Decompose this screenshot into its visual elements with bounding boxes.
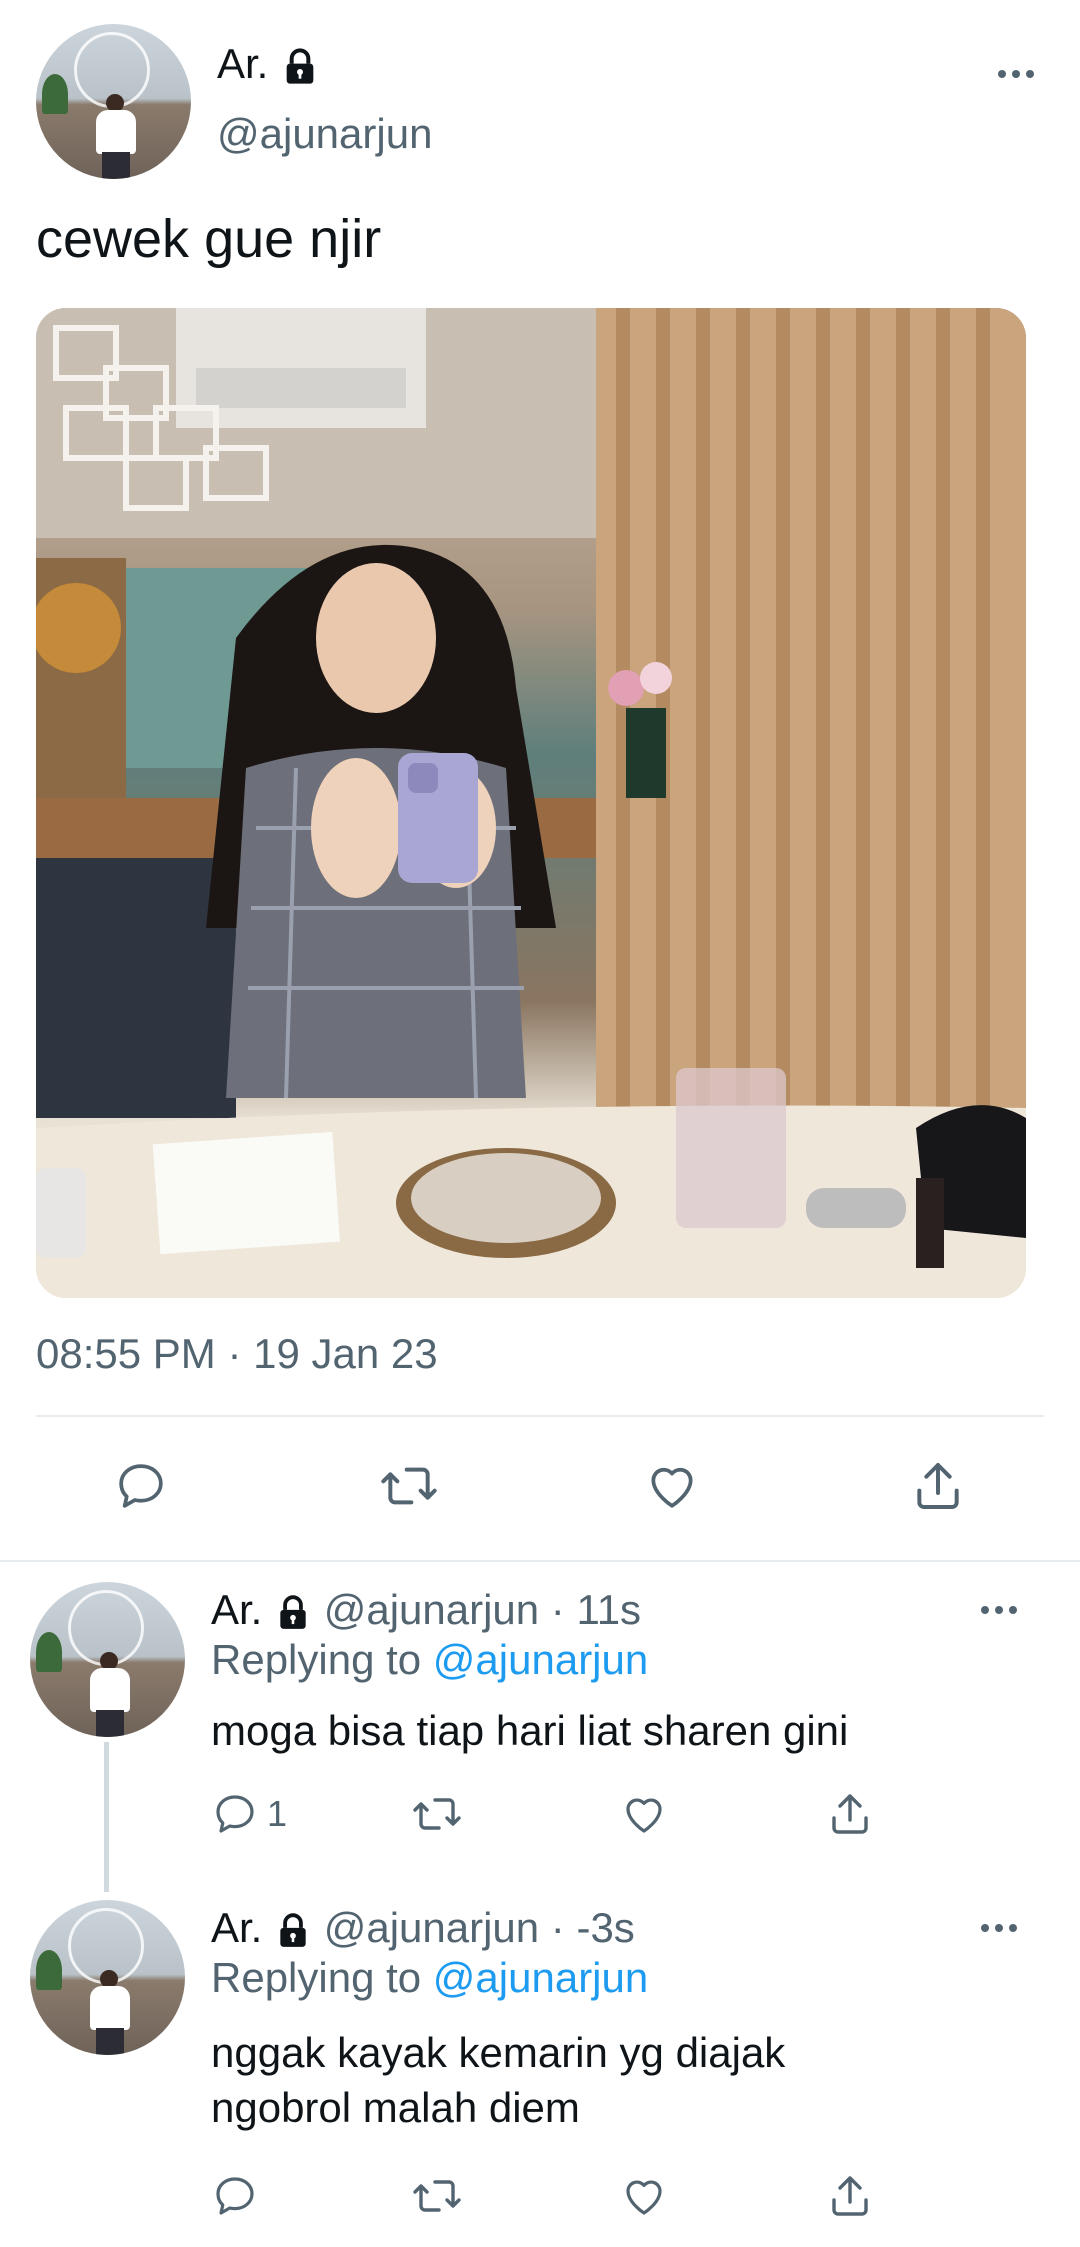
author-display-name[interactable]: Ar. <box>217 40 320 88</box>
like-icon[interactable] <box>644 1458 700 1514</box>
reply-tweet[interactable]: Ar. @ajunarjun · 11s Replying to @ajunar… <box>0 1562 1080 1892</box>
reply-icon[interactable] <box>113 1458 169 1514</box>
more-icon[interactable] <box>998 70 1034 78</box>
reply-text-line: nggak kayak kemarin yg diajak <box>211 2029 786 2076</box>
tweet-timestamp[interactable]: 08:55 PM · 19 Jan 23 <box>36 1330 438 1378</box>
more-icon[interactable] <box>981 1606 1017 1614</box>
reply-text: nggak kayak kemarin yg diajak ngobrol ma… <box>211 2025 785 2135</box>
replying-to-prefix: Replying to <box>211 1636 422 1683</box>
share-icon[interactable] <box>826 2172 874 2220</box>
reply-avatar[interactable] <box>30 1900 185 2055</box>
replying-to-prefix: Replying to <box>211 1954 422 2001</box>
reply-header: Ar. @ajunarjun · 11s <box>211 1586 641 1634</box>
tweet-text: cewek gue njir <box>36 209 382 269</box>
tweet-photo[interactable] <box>36 308 1026 1298</box>
reply-icon <box>216 1795 254 1833</box>
reply-icon[interactable] <box>211 2172 259 2220</box>
reply-text-line: ngobrol malah diem <box>211 2084 580 2131</box>
reply-display-name[interactable]: Ar. <box>211 1904 262 1951</box>
reply-action-bar <box>0 2172 1080 2222</box>
reply-meta[interactable]: @ajunarjun · -3s <box>324 1904 635 1951</box>
retweet-icon[interactable] <box>378 1458 440 1514</box>
replying-to-handle[interactable]: @ajunarjun <box>433 1636 648 1683</box>
reply-action-bar: 1 <box>0 1790 1080 1840</box>
photo-illustration <box>36 308 1026 1298</box>
share-icon[interactable] <box>910 1458 966 1514</box>
lock-icon <box>280 1595 306 1629</box>
author-handle[interactable]: @ajunarjun <box>217 110 432 158</box>
reply-header: Ar. @ajunarjun · -3s <box>211 1904 635 1952</box>
reply-display-name[interactable]: Ar. <box>211 1586 262 1633</box>
reply-count: 1 <box>267 1793 288 1834</box>
share-icon[interactable] <box>826 1790 874 1838</box>
retweet-icon[interactable] <box>410 1790 464 1838</box>
reply-meta[interactable]: @ajunarjun · 11s <box>324 1586 641 1633</box>
reply-avatar[interactable] <box>30 1582 185 1737</box>
like-icon[interactable] <box>620 1790 668 1838</box>
lock-icon <box>286 48 314 84</box>
author-avatar[interactable] <box>36 24 191 179</box>
more-icon[interactable] <box>981 1924 1017 1932</box>
retweet-icon[interactable] <box>410 2172 464 2220</box>
replying-to-handle[interactable]: @ajunarjun <box>433 1954 648 2001</box>
display-name-text: Ar. <box>217 40 269 87</box>
reply-tweet[interactable]: Ar. @ajunarjun · -3s Replying to @ajunar… <box>0 1880 1080 2247</box>
replying-to: Replying to @ajunarjun <box>211 1954 648 2002</box>
reply-text: moga bisa tiap hari liat sharen gini <box>211 1707 849 1754</box>
replying-to: Replying to @ajunarjun <box>211 1636 648 1684</box>
reply-button[interactable]: 1 <box>211 1790 287 1838</box>
like-icon[interactable] <box>620 2172 668 2220</box>
divider <box>36 1415 1044 1417</box>
tweet-action-bar <box>0 1458 1080 1518</box>
lock-icon <box>280 1913 306 1947</box>
